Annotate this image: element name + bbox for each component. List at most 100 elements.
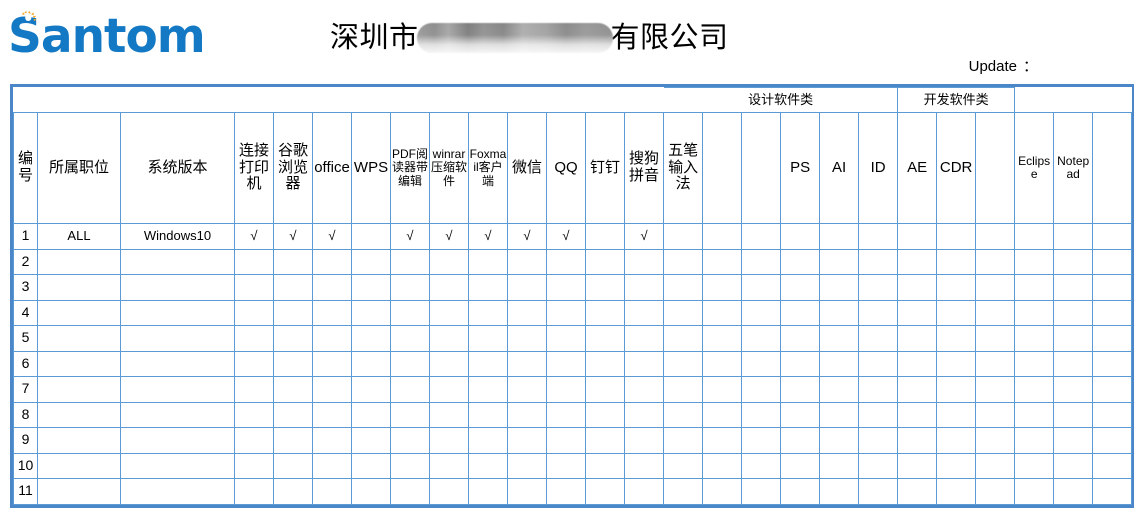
cell-check-pdf[interactable] <box>390 325 430 352</box>
cell-check-foxmail[interactable]: √ <box>468 223 508 250</box>
cell-check-wubi[interactable] <box>663 350 704 377</box>
cell-check-wubi[interactable] <box>663 376 704 403</box>
cell-check-spare1[interactable] <box>702 274 743 301</box>
cell-check-wubi[interactable] <box>663 452 704 479</box>
cell-check-spare1[interactable] <box>702 401 743 428</box>
cell-position[interactable] <box>37 427 121 454</box>
cell-check-cdr[interactable] <box>936 274 977 301</box>
cell-check-winrar[interactable] <box>429 248 469 275</box>
table-row[interactable]: 5 <box>13 325 1133 352</box>
cell-check-ai[interactable] <box>819 223 860 250</box>
cell-check-pdf[interactable] <box>390 350 430 377</box>
cell-check-ae[interactable] <box>897 376 938 403</box>
cell-check-eclipse[interactable] <box>1014 478 1055 505</box>
cell-check-wps[interactable] <box>351 274 391 301</box>
cell-check-eclipse[interactable] <box>1014 452 1055 479</box>
cell-check-dingtalk[interactable] <box>585 452 625 479</box>
cell-check-chrome[interactable] <box>273 248 313 275</box>
cell-check-qq[interactable] <box>546 274 586 301</box>
cell-check-dingtalk[interactable] <box>585 274 625 301</box>
cell-check-spare3[interactable] <box>975 274 1016 301</box>
cell-check-ps[interactable] <box>780 478 821 505</box>
cell-check-pdf[interactable] <box>390 452 430 479</box>
cell-check-ae[interactable] <box>897 248 938 275</box>
cell-check-ai[interactable] <box>819 452 860 479</box>
cell-check-id[interactable] <box>858 223 899 250</box>
cell-check-printer[interactable] <box>234 427 274 454</box>
cell-check-dingtalk[interactable] <box>585 376 625 403</box>
cell-check-sogou[interactable] <box>623 274 665 301</box>
cell-position[interactable] <box>37 325 121 352</box>
cell-check-cdr[interactable] <box>936 427 977 454</box>
cell-check-ps[interactable] <box>780 299 821 326</box>
cell-check-winrar[interactable] <box>429 452 469 479</box>
cell-check-dingtalk[interactable] <box>585 478 625 505</box>
cell-check-chrome[interactable] <box>273 401 313 428</box>
cell-check-spare2[interactable] <box>741 478 782 505</box>
cell-check-spare4[interactable] <box>1092 325 1133 352</box>
cell-check-wps[interactable] <box>351 452 391 479</box>
table-row[interactable]: 7 <box>13 376 1133 403</box>
cell-check-qq[interactable] <box>546 376 586 403</box>
cell-check-cdr[interactable] <box>936 248 977 275</box>
cell-check-printer[interactable] <box>234 325 274 352</box>
cell-check-foxmail[interactable] <box>468 401 508 428</box>
cell-check-foxmail[interactable] <box>468 376 508 403</box>
cell-check-eclipse[interactable] <box>1014 350 1055 377</box>
cell-check-wechat[interactable] <box>507 325 547 352</box>
cell-check-printer[interactable]: √ <box>234 223 274 250</box>
cell-check-dingtalk[interactable] <box>585 248 625 275</box>
cell-check-ai[interactable] <box>819 325 860 352</box>
cell-position[interactable] <box>37 299 121 326</box>
cell-check-winrar[interactable] <box>429 427 469 454</box>
cell-check-printer[interactable] <box>234 350 274 377</box>
cell-check-qq[interactable] <box>546 248 586 275</box>
cell-os-version[interactable] <box>120 274 235 301</box>
cell-check-wps[interactable] <box>351 376 391 403</box>
cell-check-ae[interactable] <box>897 452 938 479</box>
cell-check-office[interactable] <box>312 478 352 505</box>
cell-os-version[interactable] <box>120 350 235 377</box>
cell-check-qq[interactable] <box>546 350 586 377</box>
cell-check-sogou[interactable] <box>623 427 665 454</box>
cell-check-spare2[interactable] <box>741 325 782 352</box>
cell-check-notepad[interactable] <box>1053 299 1094 326</box>
cell-check-pdf[interactable] <box>390 299 430 326</box>
cell-check-dingtalk[interactable] <box>585 401 625 428</box>
cell-check-sogou[interactable] <box>623 248 665 275</box>
cell-check-ae[interactable] <box>897 427 938 454</box>
cell-check-spare3[interactable] <box>975 350 1016 377</box>
cell-position[interactable] <box>37 478 121 505</box>
cell-check-qq[interactable] <box>546 427 586 454</box>
cell-check-sogou[interactable] <box>623 376 665 403</box>
cell-check-wps[interactable] <box>351 325 391 352</box>
cell-check-ae[interactable] <box>897 401 938 428</box>
cell-check-ps[interactable] <box>780 274 821 301</box>
cell-check-notepad[interactable] <box>1053 350 1094 377</box>
cell-check-printer[interactable] <box>234 274 274 301</box>
cell-check-cdr[interactable] <box>936 223 977 250</box>
cell-check-qq[interactable] <box>546 478 586 505</box>
cell-check-wps[interactable] <box>351 248 391 275</box>
cell-check-id[interactable] <box>858 478 899 505</box>
cell-check-wubi[interactable] <box>663 325 704 352</box>
cell-check-spare3[interactable] <box>975 325 1016 352</box>
cell-check-spare2[interactable] <box>741 299 782 326</box>
cell-check-pdf[interactable] <box>390 376 430 403</box>
cell-check-spare4[interactable] <box>1092 401 1133 428</box>
table-row[interactable]: 4 <box>13 299 1133 326</box>
cell-os-version[interactable] <box>120 325 235 352</box>
cell-check-wechat[interactable] <box>507 274 547 301</box>
cell-check-sogou[interactable] <box>623 401 665 428</box>
cell-check-printer[interactable] <box>234 478 274 505</box>
cell-check-id[interactable] <box>858 401 899 428</box>
cell-check-office[interactable] <box>312 452 352 479</box>
cell-check-ae[interactable] <box>897 350 938 377</box>
cell-check-spare1[interactable] <box>702 350 743 377</box>
cell-check-ai[interactable] <box>819 299 860 326</box>
cell-check-winrar[interactable] <box>429 376 469 403</box>
cell-check-id[interactable] <box>858 452 899 479</box>
cell-check-wechat[interactable] <box>507 427 547 454</box>
cell-check-wechat[interactable]: √ <box>507 223 547 250</box>
cell-check-winrar[interactable] <box>429 325 469 352</box>
